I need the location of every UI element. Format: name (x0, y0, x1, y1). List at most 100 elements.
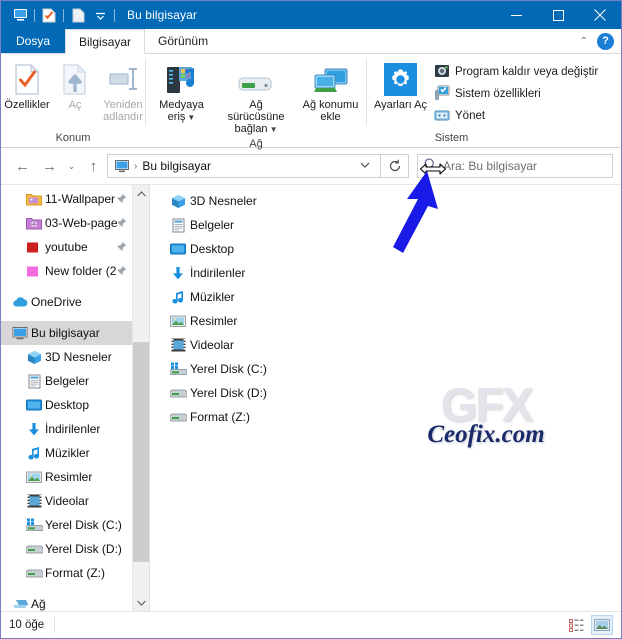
onedrive-icon (9, 296, 31, 308)
list-item[interactable]: 3D Nesneler (150, 189, 621, 213)
explorer-body: 11-Wallpaper 03-Web-page youtube New fol… (1, 184, 621, 611)
ribbon-label-program-kaldir: Program kaldır veya değiştir (455, 66, 599, 78)
ribbon-button-yonet[interactable]: Yönet (432, 105, 598, 127)
sidebar-item-3d-nesneler[interactable]: 3D Nesneler (1, 345, 133, 369)
ribbon-button-ag-surucusune-baglan[interactable]: Ağ sürücüsüne bağlan ▼ (215, 59, 297, 136)
ribbon-label-ayarlari-ac: Ayarları Aç (374, 99, 427, 111)
refresh-button[interactable] (381, 154, 409, 178)
scrollbar-track[interactable] (133, 202, 149, 594)
sidebar-label: Videolar (45, 494, 89, 508)
item-count-label: 10 öğe (9, 617, 56, 633)
scroll-up-button[interactable] (133, 185, 149, 202)
large-icons-view-icon[interactable] (591, 615, 613, 635)
scroll-down-button[interactable] (133, 594, 149, 611)
desktop-icon (166, 243, 190, 256)
ribbon-button-ayarlari-ac[interactable]: Ayarları Aç (369, 59, 432, 111)
breadcrumb-separator[interactable]: › (131, 161, 142, 172)
list-item[interactable]: Format (Z:) (150, 405, 621, 429)
tab-bilgisayar[interactable]: Bilgisayar (65, 29, 146, 54)
sidebar-label: Bu bilgisayar (31, 326, 100, 340)
list-item[interactable]: Yerel Disk (C:) (150, 357, 621, 381)
sidebar-item-yerel-disk-c[interactable]: Yerel Disk (C:) (1, 513, 133, 537)
ribbon-small-buttons: Program kaldır veya değiştir Sistem özel… (432, 59, 598, 127)
status-bar: 10 öğe (1, 611, 621, 638)
sidebar-item-ag[interactable]: Ağ (1, 592, 133, 611)
list-item[interactable]: Resimler (150, 309, 621, 333)
sidebar-item-muzikler[interactable]: Müzikler (1, 441, 133, 465)
search-box[interactable]: Ara: Bu bilgisayar (417, 154, 613, 178)
sidebar-item-03-web-page[interactable]: 03-Web-page (1, 211, 133, 235)
open-icon (61, 62, 89, 96)
sidebar-label: 03-Web-page (45, 216, 118, 230)
back-button[interactable]: ← (9, 153, 36, 179)
ribbon-button-ozellikler[interactable]: Özellikler (3, 59, 51, 111)
sidebar-item-youtube[interactable]: youtube (1, 235, 133, 259)
pin-icon[interactable] (116, 241, 127, 255)
ribbon-button-yeniden-adlandir[interactable]: Yeniden adlandır (99, 59, 147, 123)
details-view-icon[interactable] (565, 615, 587, 635)
customize-qat-caret[interactable] (89, 4, 111, 26)
minimize-button[interactable] (495, 1, 537, 29)
list-item[interactable]: Yerel Disk (D:) (150, 381, 621, 405)
ribbon-button-ag-konumu-ekle[interactable]: Ağ konumu ekle (297, 59, 364, 123)
sidebar-item-videolar[interactable]: Videolar (1, 489, 133, 513)
list-item-label: 3D Nesneler (190, 194, 257, 208)
ribbon-button-sistem-ozellikleri[interactable]: Sistem özellikleri (432, 83, 598, 105)
tab-dosya[interactable]: Dosya (1, 29, 66, 53)
search-input[interactable]: Ara: Bu bilgisayar (443, 159, 537, 173)
list-item[interactable]: Videolar (150, 333, 621, 357)
list-item[interactable]: İndirilenler (150, 261, 621, 285)
close-button[interactable] (579, 1, 621, 29)
sidebar-item-onedrive[interactable]: OneDrive (1, 290, 133, 314)
window-controls (495, 1, 621, 29)
sidebar-label: Resimler (45, 470, 93, 484)
pin-icon[interactable] (116, 217, 127, 231)
breadcrumb-this-pc[interactable]: Bu bilgisayar (142, 159, 211, 173)
up-button[interactable]: ↑ (80, 153, 107, 179)
address-input[interactable]: › Bu bilgisayar (107, 154, 381, 178)
tab-gorunum[interactable]: Görünüm (145, 29, 221, 53)
ribbon: Özellikler Aç Yeniden adlandır Konum Med… (1, 54, 621, 150)
navigation-scrollbar[interactable] (132, 185, 149, 611)
pin-icon[interactable] (116, 265, 127, 279)
documents-icon (23, 374, 45, 389)
ribbon-label-ac: Aç (68, 99, 82, 111)
sidebar-label: Ağ (31, 597, 46, 611)
sidebar-item-belgeler[interactable]: Belgeler (1, 369, 133, 393)
chevron-down-icon: ▼ (187, 113, 196, 122)
forward-button[interactable]: → (36, 153, 63, 179)
sidebar-item-yerel-disk-d[interactable]: Yerel Disk (D:) (1, 537, 133, 561)
address-bar: ← → ⌄ ↑ › Bu bilgisayar Ara: Bu bilgisay… (1, 148, 621, 184)
help-icon[interactable]: ? (597, 32, 614, 50)
sidebar-item-resimler[interactable]: Resimler (1, 465, 133, 489)
scrollbar-thumb[interactable] (133, 342, 149, 562)
list-item-label: Resimler (190, 314, 238, 328)
recent-locations-button[interactable]: ⌄ (63, 153, 80, 179)
sidebar-label: Müzikler (45, 446, 90, 460)
address-dropdown-caret[interactable] (354, 161, 376, 172)
list-item[interactable]: Müzikler (150, 285, 621, 309)
this-pc-icon[interactable] (9, 4, 31, 26)
title-bar: Bu bilgisayar (1, 1, 621, 29)
ribbon-button-medyaya-eris[interactable]: Medyaya eriş ▼ (148, 59, 215, 124)
sidebar-item-desktop[interactable]: Desktop (1, 393, 133, 417)
maximize-button[interactable] (537, 1, 579, 29)
sidebar-item-format-z[interactable]: Format (Z:) (1, 561, 133, 585)
sidebar-item-new-folder[interactable]: New folder (2 (1, 259, 133, 283)
qat-divider-3 (114, 8, 115, 22)
list-item[interactable]: Desktop (150, 237, 621, 261)
sidebar-item-indirilenler[interactable]: İndirilenler (1, 417, 133, 441)
sidebar-item-11-wallpaper[interactable]: 11-Wallpaper (1, 187, 133, 211)
new-folder-icon[interactable] (67, 4, 89, 26)
properties-icon[interactable] (38, 4, 60, 26)
sidebar-item-bu-bilgisayar[interactable]: Bu bilgisayar (1, 321, 133, 345)
qat-divider-2 (63, 8, 64, 22)
ribbon-button-ac[interactable]: Aç (51, 59, 99, 111)
file-list-pane[interactable]: 3D Nesneler Belgeler Desktop İndirilenle… (150, 185, 621, 611)
pin-icon[interactable] (116, 193, 127, 207)
collapse-ribbon-icon[interactable]: ⌃ (580, 36, 588, 47)
media-server-icon (165, 62, 199, 96)
list-item-label: Yerel Disk (C:) (190, 362, 267, 376)
ribbon-button-program-kaldir[interactable]: Program kaldır veya değiştir (432, 61, 598, 83)
list-item[interactable]: Belgeler (150, 213, 621, 237)
